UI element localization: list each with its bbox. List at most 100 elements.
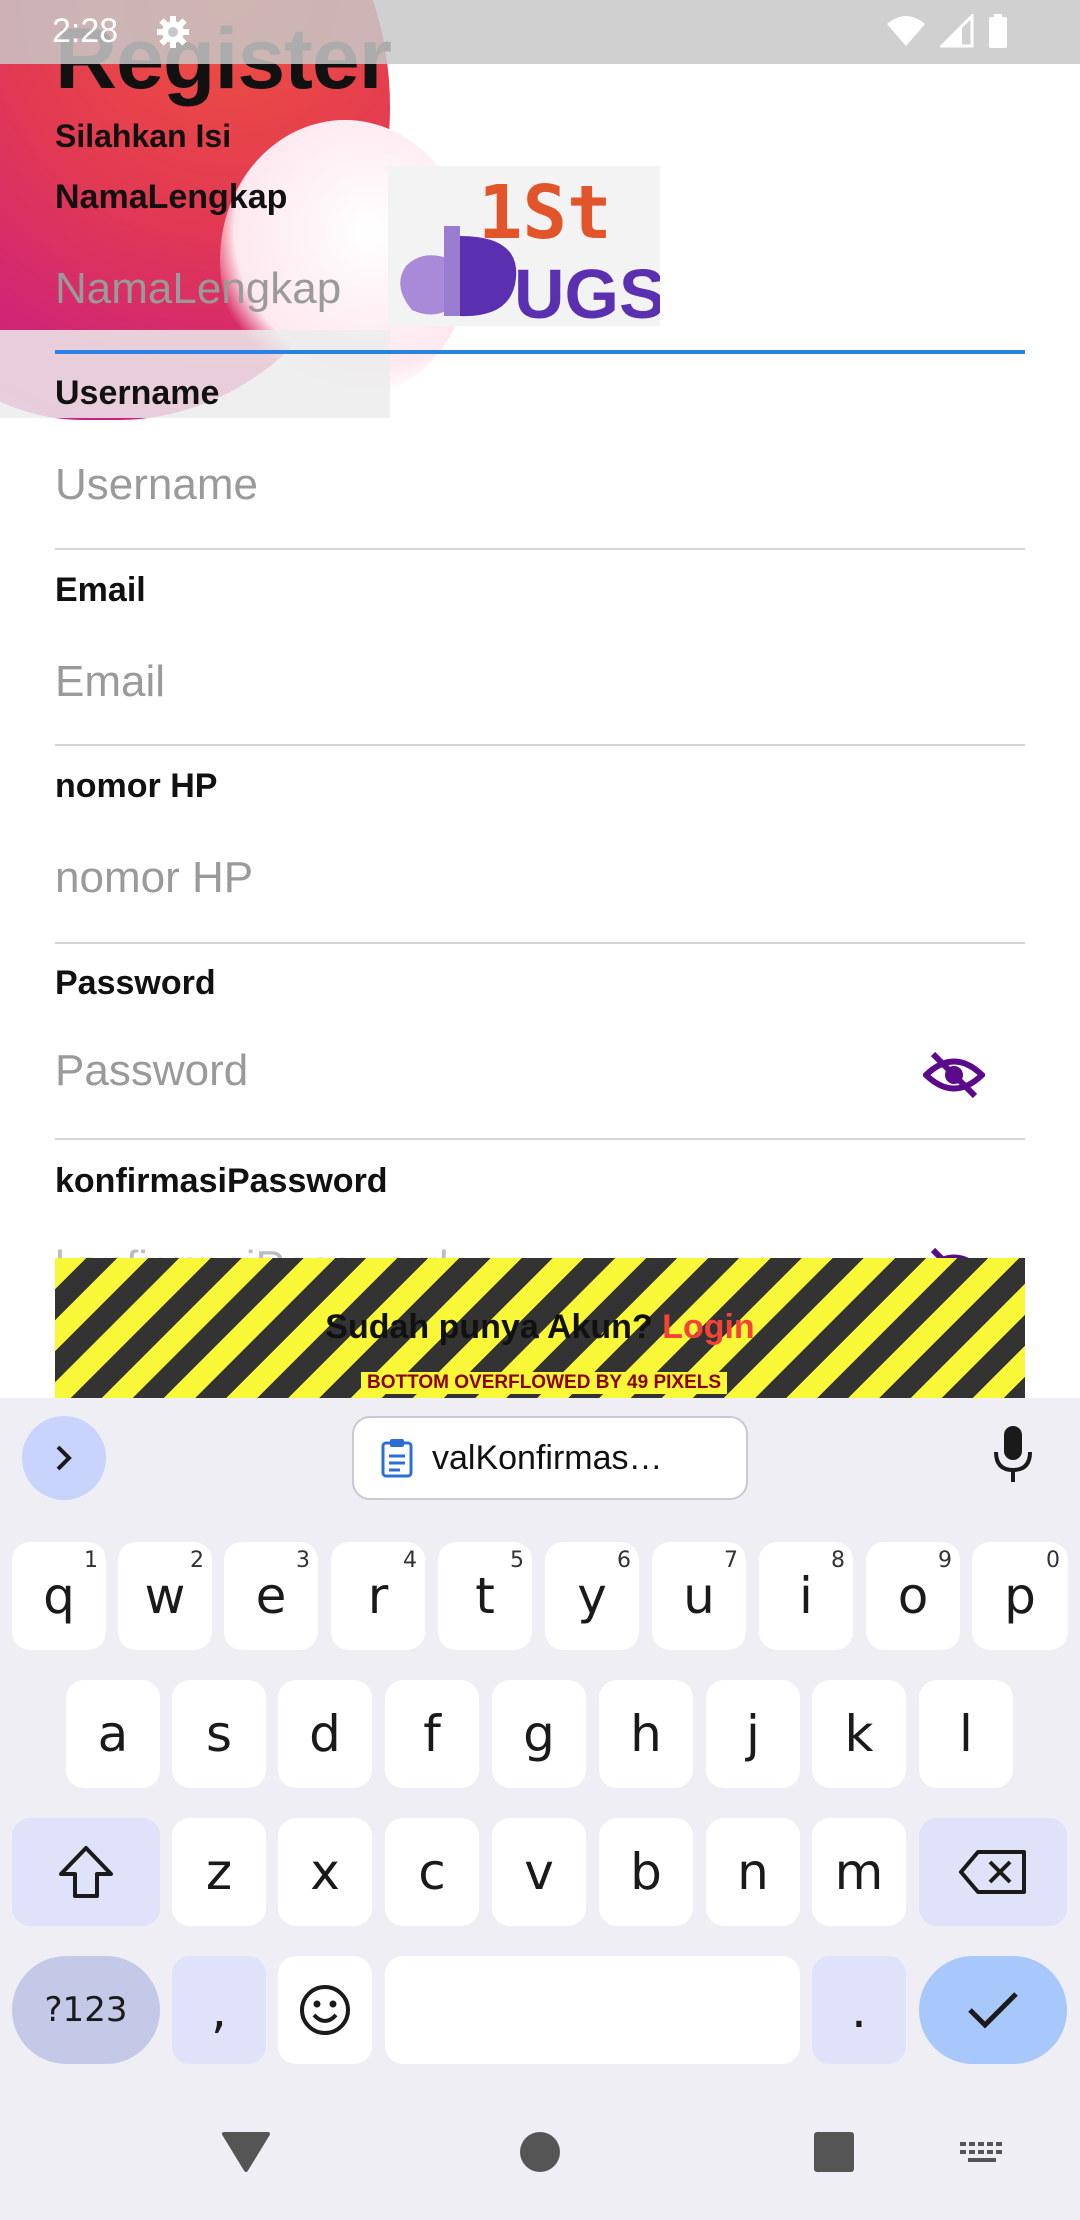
key-f[interactable]: f bbox=[385, 1680, 479, 1788]
key-m[interactable]: m bbox=[812, 1818, 906, 1926]
clipboard-icon bbox=[381, 1439, 413, 1478]
key-hint: 6 bbox=[617, 1548, 631, 1573]
key-label: t bbox=[475, 1567, 495, 1625]
key-hint: 5 bbox=[510, 1548, 524, 1573]
key-p[interactable]: p0 bbox=[972, 1542, 1068, 1650]
emoji-icon bbox=[300, 1985, 350, 2035]
comma-key[interactable]: , bbox=[172, 1956, 266, 2064]
status-bar: 2:28 bbox=[0, 0, 1080, 64]
backspace-key[interactable] bbox=[919, 1818, 1067, 1926]
overflow-indicator: Sudah punya Akun? Login BOTTOM OVERFLOWE… bbox=[55, 1258, 1025, 1398]
enter-key[interactable] bbox=[919, 1956, 1067, 2064]
back-nav-icon[interactable] bbox=[222, 2130, 270, 2174]
key-n[interactable]: n bbox=[706, 1818, 800, 1926]
key-s[interactable]: s bbox=[172, 1680, 266, 1788]
label-nomor-hp: nomor HP bbox=[55, 767, 218, 805]
label-password: Password bbox=[55, 964, 216, 1002]
key-k[interactable]: k bbox=[812, 1680, 906, 1788]
key-label: y bbox=[577, 1567, 607, 1625]
key-hint: 8 bbox=[831, 1548, 845, 1573]
microphone-icon[interactable] bbox=[988, 1424, 1038, 1484]
period-key[interactable]: . bbox=[812, 1956, 906, 2064]
namalengkap-input[interactable]: NamaLengkap bbox=[55, 244, 1025, 334]
navigation-bar bbox=[0, 2100, 1080, 2220]
key-label: i bbox=[799, 1567, 813, 1625]
username-underline bbox=[55, 548, 1025, 550]
key-o[interactable]: o9 bbox=[866, 1542, 960, 1650]
checkmark-icon bbox=[968, 1992, 1018, 2029]
key-r[interactable]: r4 bbox=[331, 1542, 425, 1650]
email-underline bbox=[55, 744, 1025, 746]
shift-icon bbox=[59, 1846, 113, 1898]
chevron-right-icon bbox=[56, 1445, 72, 1471]
key-h[interactable]: h bbox=[599, 1680, 693, 1788]
shift-key[interactable] bbox=[12, 1818, 160, 1926]
key-j[interactable]: j bbox=[706, 1680, 800, 1788]
page-subtitle: Silahkan Isi bbox=[55, 118, 232, 154]
wifi-icon bbox=[887, 16, 925, 46]
emoji-key[interactable] bbox=[278, 1956, 372, 2064]
key-y[interactable]: y6 bbox=[545, 1542, 639, 1650]
backspace-icon bbox=[959, 1850, 1026, 1894]
nomor-hp-underline bbox=[55, 942, 1025, 944]
key-hint: 7 bbox=[724, 1548, 738, 1573]
key-label: p bbox=[1004, 1567, 1036, 1625]
key-q[interactable]: q1 bbox=[12, 1542, 106, 1650]
overflow-warning-text: BOTTOM OVERFLOWED BY 49 PIXELS bbox=[361, 1372, 728, 1394]
key-w[interactable]: w2 bbox=[118, 1542, 212, 1650]
status-time: 2:28 bbox=[52, 12, 119, 50]
keyboard-switch-icon[interactable] bbox=[960, 2142, 1004, 2166]
signal-icon bbox=[940, 14, 974, 48]
keyboard-expand-button[interactable] bbox=[22, 1416, 106, 1500]
password-input[interactable]: Password bbox=[55, 1026, 1025, 1116]
email-input[interactable]: Email bbox=[55, 637, 1025, 727]
key-d[interactable]: d bbox=[278, 1680, 372, 1788]
soft-keyboard: valKonfirmas… q1 w2 e3 r4 t5 y6 u7 i8 o9… bbox=[0, 1398, 1080, 2220]
label-email: Email bbox=[55, 571, 146, 609]
login-prompt-text: Sudah punya Akun? bbox=[325, 1308, 653, 1346]
label-konfirmasi-password: konfirmasiPassword bbox=[55, 1162, 388, 1200]
login-link[interactable]: Login bbox=[662, 1308, 755, 1346]
key-hint: 3 bbox=[296, 1548, 310, 1573]
battery-icon bbox=[989, 14, 1007, 48]
key-l[interactable]: l bbox=[919, 1680, 1013, 1788]
key-x[interactable]: x bbox=[278, 1818, 372, 1926]
status-icons bbox=[886, 14, 1008, 48]
key-label: o bbox=[897, 1567, 929, 1625]
key-g[interactable]: g bbox=[492, 1680, 586, 1788]
key-hint: 9 bbox=[938, 1548, 952, 1573]
settings-gear-icon bbox=[157, 16, 189, 48]
key-label: w bbox=[144, 1567, 186, 1625]
key-label: e bbox=[255, 1567, 287, 1625]
nomor-hp-input[interactable]: nomor HP bbox=[55, 833, 1025, 923]
key-c[interactable]: c bbox=[385, 1818, 479, 1926]
key-z[interactable]: z bbox=[172, 1818, 266, 1926]
symbols-key[interactable]: ?123 bbox=[12, 1956, 160, 2064]
clipboard-chip-text: valKonfirmas… bbox=[432, 1438, 663, 1477]
password-underline bbox=[55, 1138, 1025, 1140]
register-screen: Register Silahkan Isi 1St UGS NamaLengka… bbox=[0, 0, 1080, 1398]
home-nav-icon[interactable] bbox=[518, 2130, 562, 2174]
visibility-off-icon[interactable] bbox=[923, 1050, 985, 1100]
key-e[interactable]: e3 bbox=[224, 1542, 318, 1650]
namalengkap-underline bbox=[55, 350, 1025, 354]
key-u[interactable]: u7 bbox=[652, 1542, 746, 1650]
key-label: q bbox=[43, 1567, 75, 1625]
key-i[interactable]: i8 bbox=[759, 1542, 853, 1650]
key-t[interactable]: t5 bbox=[438, 1542, 532, 1650]
label-namalengkap: NamaLengkap bbox=[55, 178, 288, 216]
key-a[interactable]: a bbox=[66, 1680, 160, 1788]
spacebar-key[interactable] bbox=[385, 1956, 800, 2064]
login-prompt-row: Sudah punya Akun? Login bbox=[55, 1308, 1025, 1347]
label-username: Username bbox=[55, 374, 220, 412]
key-v[interactable]: v bbox=[492, 1818, 586, 1926]
recents-nav-icon[interactable] bbox=[814, 2132, 854, 2172]
key-hint: 4 bbox=[403, 1548, 417, 1573]
key-hint: 2 bbox=[190, 1548, 204, 1573]
key-hint: 1 bbox=[84, 1548, 98, 1573]
key-b[interactable]: b bbox=[599, 1818, 693, 1926]
username-input[interactable]: Username bbox=[55, 440, 1025, 530]
key-label: r bbox=[367, 1567, 389, 1625]
keyboard-suggestion-strip: valKonfirmas… bbox=[0, 1398, 1080, 1500]
clipboard-suggestion-chip[interactable]: valKonfirmas… bbox=[352, 1416, 748, 1500]
